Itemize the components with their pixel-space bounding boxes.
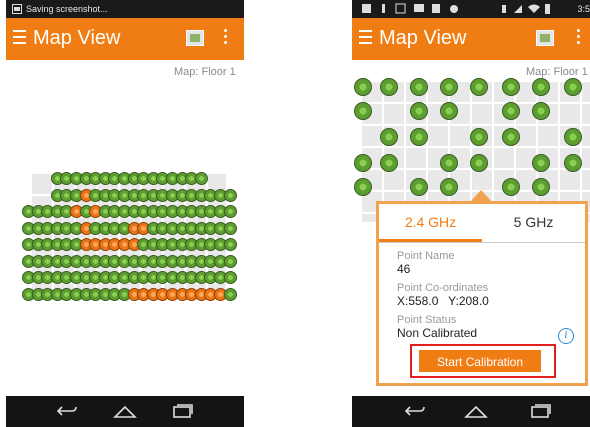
- overflow-menu-icon[interactable]: [224, 29, 228, 49]
- map-floor-label: Map: Floor 1: [174, 66, 236, 78]
- calibrated-point-marker[interactable]: [380, 128, 398, 146]
- notification-icons: [362, 3, 458, 14]
- app-bar: Map View: [6, 18, 244, 60]
- calibrated-point-marker[interactable]: [440, 178, 458, 196]
- point-name-label: Point Name: [397, 250, 455, 262]
- calibrated-point-marker[interactable]: [564, 128, 582, 146]
- calibrated-point-marker[interactable]: [354, 154, 372, 172]
- calibrated-point-marker[interactable]: [502, 78, 520, 96]
- calibrated-point-marker[interactable]: [354, 102, 372, 120]
- app-bar: Map View: [352, 18, 590, 60]
- status-time: 3:5: [577, 4, 590, 14]
- nav-bar: [352, 396, 590, 427]
- calibrated-point-marker[interactable]: [470, 128, 488, 146]
- calibrated-point-marker[interactable]: [223, 238, 237, 251]
- calibrated-point-marker[interactable]: [440, 78, 458, 96]
- band-tabs: 2.4 GHz 5 GHz: [379, 204, 585, 243]
- page-title: Map View: [33, 27, 121, 49]
- calibrated-point-marker[interactable]: [564, 78, 582, 96]
- info-icon[interactable]: i: [558, 328, 574, 344]
- screenshot-icon: [12, 4, 22, 14]
- hamburger-menu-icon[interactable]: [13, 30, 26, 44]
- point-coordinates-value: X:558.0 Y:208.0: [397, 294, 489, 308]
- tab-5-ghz[interactable]: 5 GHz: [482, 204, 585, 242]
- recent-apps-icon[interactable]: [530, 403, 552, 419]
- recent-apps-icon[interactable]: [172, 403, 194, 419]
- calibrated-point-marker[interactable]: [532, 154, 550, 172]
- point-status-label: Point Status: [397, 314, 457, 326]
- map-image-icon[interactable]: [186, 30, 204, 46]
- calibrated-point-marker[interactable]: [532, 178, 550, 196]
- calibrated-point-marker[interactable]: [564, 154, 582, 172]
- calibrated-point-marker[interactable]: [380, 154, 398, 172]
- calibrated-point-marker[interactable]: [532, 102, 550, 120]
- calibrated-point-marker[interactable]: [440, 102, 458, 120]
- status-bar: Saving screenshot...: [6, 0, 244, 18]
- back-icon[interactable]: [404, 403, 426, 419]
- calibrated-point-marker[interactable]: [440, 154, 458, 172]
- tab-2-4-ghz[interactable]: 2.4 GHz: [379, 204, 482, 242]
- calibrated-point-marker[interactable]: [410, 102, 428, 120]
- calibrated-point-marker[interactable]: [223, 205, 237, 218]
- calibrated-point-marker[interactable]: [502, 102, 520, 120]
- calibrated-point-marker[interactable]: [223, 221, 237, 235]
- home-icon[interactable]: [113, 403, 137, 419]
- back-icon[interactable]: [56, 403, 78, 419]
- overflow-menu-icon[interactable]: [577, 29, 581, 49]
- calibrated-point-marker[interactable]: [502, 128, 520, 146]
- calibrated-point-marker[interactable]: [410, 178, 428, 196]
- calibrated-point-marker[interactable]: [223, 188, 237, 202]
- status-text: Saving screenshot...: [26, 4, 108, 14]
- point-status-value: Non Calibrated: [397, 326, 478, 340]
- calibrated-point-marker[interactable]: [532, 78, 550, 96]
- calibrated-point-marker[interactable]: [223, 287, 237, 301]
- calibrated-point-marker[interactable]: [354, 78, 372, 96]
- point-coordinates-label: Point Co-ordinates: [397, 282, 489, 294]
- left-phone-screen: Saving screenshot... Map View Map: Floor…: [6, 0, 244, 427]
- hamburger-menu-icon[interactable]: [359, 30, 372, 44]
- floor-map[interactable]: [6, 160, 244, 310]
- status-bar: 3:5: [352, 0, 590, 18]
- calibrated-point-marker[interactable]: [470, 154, 488, 172]
- calibrated-point-marker[interactable]: [410, 78, 428, 96]
- page-title: Map View: [379, 27, 467, 49]
- nav-bar: [6, 396, 244, 427]
- system-status-icons: [502, 4, 550, 14]
- calibrated-point-marker[interactable]: [223, 271, 237, 284]
- home-icon[interactable]: [464, 403, 488, 419]
- calibrated-point-marker[interactable]: [354, 178, 372, 196]
- calibrated-point-marker[interactable]: [194, 172, 208, 185]
- calibrated-point-marker[interactable]: [470, 78, 488, 96]
- calibrated-point-marker[interactable]: [410, 128, 428, 146]
- calibrated-point-marker[interactable]: [380, 78, 398, 96]
- point-name-value: 46: [397, 262, 411, 276]
- calibrated-point-marker[interactable]: [223, 254, 237, 268]
- map-image-icon[interactable]: [536, 30, 554, 46]
- start-calibration-button[interactable]: Start Calibration: [419, 350, 541, 372]
- calibrated-point-marker[interactable]: [502, 178, 520, 196]
